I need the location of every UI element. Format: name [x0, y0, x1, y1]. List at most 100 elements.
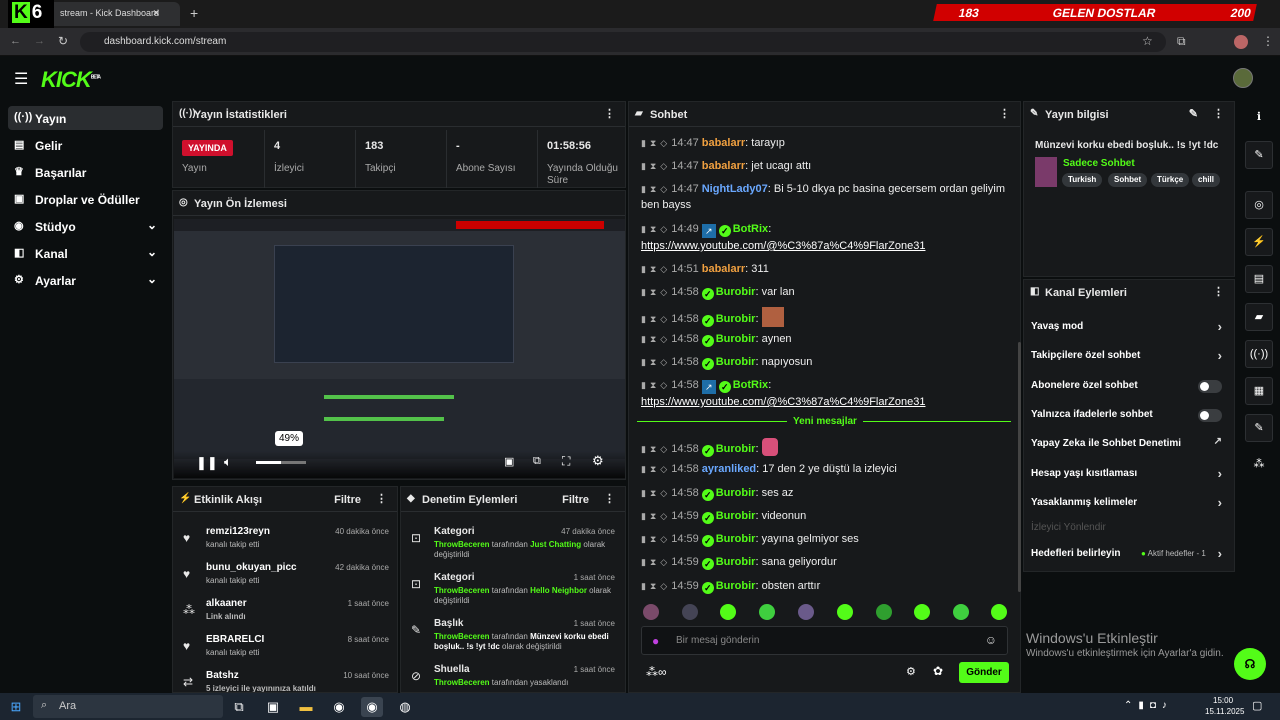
timeout-icon[interactable]: ⧗: [650, 161, 656, 171]
url-field[interactable]: dashboard.kick.com/stream: [80, 32, 1166, 52]
emote-icon[interactable]: [759, 604, 775, 620]
timeout-icon[interactable]: ⧗: [650, 224, 656, 234]
timeout-icon[interactable]: ⧗: [650, 464, 656, 474]
more-options-icon[interactable]: ⋮: [999, 107, 1010, 120]
emoji-icon[interactable]: ☺: [985, 633, 997, 647]
message-user[interactable]: Burobir: [716, 443, 756, 455]
message-user[interactable]: BotRix: [733, 379, 768, 391]
pause-icon[interactable]: ❚❚: [196, 455, 218, 471]
list-item[interactable]: ⇄ Batshz 5 izleyici ile yayınınıza katıldı…: [173, 667, 397, 692]
taskbar-search[interactable]: ⌕ Ara: [33, 695, 223, 718]
timeout-icon[interactable]: ⧗: [650, 314, 656, 324]
windows-start-icon[interactable]: ⊞: [5, 697, 27, 717]
theater-mode-icon[interactable]: ▣: [504, 455, 514, 468]
more-options-icon[interactable]: ⋮: [1213, 107, 1224, 120]
file-explorer-icon[interactable]: ▬: [295, 697, 317, 717]
timeout-icon[interactable]: ⧗: [650, 511, 656, 521]
tag-pill[interactable]: Türkçe: [1151, 173, 1190, 187]
sidebar-item-basarilar[interactable]: ♛ Başarılar: [8, 160, 163, 184]
emote-icon[interactable]: [953, 604, 969, 620]
hamburger-menu-icon[interactable]: ☰: [14, 69, 28, 89]
forward-icon[interactable]: →: [34, 35, 45, 47]
delete-icon[interactable]: ▮: [641, 357, 646, 367]
tag-pill[interactable]: chill: [1192, 173, 1221, 187]
profile-avatar[interactable]: [1234, 35, 1248, 49]
message-user[interactable]: Burobir: [716, 510, 756, 522]
notification-icon[interactable]: ▢: [1252, 699, 1262, 712]
emote-icon[interactable]: [837, 604, 853, 620]
emote-icon[interactable]: [720, 604, 736, 620]
sidebar-item-ayarlar[interactable]: ⚙ Ayarlar ⌄: [8, 268, 163, 292]
list-item[interactable]: ⊘ Shuella 1 saat önce ThrowBeceren tarafınd…: [401, 661, 625, 692]
stream-preview-video[interactable]: ❚❚ 🔈︎ 49% ▣ ⧉ ⛶ ⚙: [174, 219, 625, 478]
points-icon[interactable]: ⁂: [1245, 451, 1273, 479]
emote-icon[interactable]: [914, 604, 930, 620]
chat-message[interactable]: ▮ ⧗ ◇ 14:59 ✓ Burobir: videonun: [641, 508, 1011, 524]
message-user[interactable]: Burobir: [716, 356, 756, 368]
message-user[interactable]: Burobir: [716, 533, 756, 545]
sidebar-item-gelir[interactable]: ▤ Gelir: [8, 133, 163, 157]
delete-icon[interactable]: ▮: [641, 464, 646, 474]
list-item[interactable]: ♥ bunu_okuyan_picc kanalı takip etti 42 dak…: [173, 559, 397, 595]
volume-icon[interactable]: 🔈︎: [224, 454, 232, 470]
delete-icon[interactable]: ▮: [641, 557, 646, 567]
delete-icon[interactable]: ▮: [641, 581, 646, 591]
timeout-icon[interactable]: ⧗: [650, 488, 656, 498]
chat-message[interactable]: ▮ ⧗ ◇ 14:59 ✓ Burobir: yayına gelmiyor ses: [641, 531, 1011, 547]
action-emote-only[interactable]: Yalnızca ifadelerle sohbet: [1031, 409, 1226, 425]
clip-icon[interactable]: ⧉: [533, 455, 541, 468]
sidebar-item-kanal[interactable]: ◧ Kanal ⌄: [8, 241, 163, 265]
extensions-icon[interactable]: ⧉: [1177, 34, 1186, 49]
delete-icon[interactable]: ▮: [641, 287, 646, 297]
chat-message[interactable]: ▮ ⧗ ◇ 14:58 ✓ Burobir: var lan: [641, 284, 1011, 300]
delete-icon[interactable]: ▮: [641, 138, 646, 148]
broadcast-toggle-icon[interactable]: ((·)): [1245, 340, 1273, 368]
user-avatar[interactable]: [1233, 68, 1253, 88]
more-options-icon[interactable]: ⋮: [604, 492, 615, 505]
chat-message[interactable]: ▮ ⧗ ◇ 14:49 ↗ ✓ BotRix: https://www.youtube.com…: [641, 221, 1011, 254]
tag-pill[interactable]: Sohbet: [1108, 173, 1148, 187]
emote-icon[interactable]: [876, 604, 892, 620]
message-user[interactable]: NightLady07: [702, 183, 768, 195]
chat-settings-icon[interactable]: ⚙: [906, 665, 916, 678]
timeout-icon[interactable]: ⧗: [650, 534, 656, 544]
chat-message[interactable]: ▮ ⧗ ◇ 14:58 ↗ ✓ BotRix: https://www.youtube.com…: [641, 377, 1011, 410]
chat-message[interactable]: ▮ ⧗ ◇ 14:58 ✓ Burobir: napıyosun: [641, 354, 1011, 370]
chat-message[interactable]: ▮ ⧗ ◇ 14:47 babalarr: jet ucagı attı: [641, 158, 1011, 174]
emote-icon[interactable]: [798, 604, 814, 620]
tab-close-icon[interactable]: ✕: [152, 8, 160, 19]
message-user[interactable]: BotRix: [733, 223, 768, 235]
kick-points-icon[interactable]: ⁂∞: [646, 665, 667, 679]
sidebar-item-droplar[interactable]: ▣ Droplar ve Ödüller: [8, 187, 163, 211]
layout-icon[interactable]: ▦: [1245, 377, 1273, 405]
message-user[interactable]: Burobir: [716, 580, 756, 592]
delete-icon[interactable]: ▮: [641, 444, 646, 454]
kick-logo[interactable]: KICKBETA: [41, 67, 101, 93]
bookmark-star-icon[interactable]: ☆: [1142, 34, 1153, 48]
timeout-icon[interactable]: ⧗: [650, 380, 656, 390]
message-user[interactable]: Burobir: [716, 313, 756, 325]
delete-icon[interactable]: ▮: [641, 334, 646, 344]
message-user[interactable]: babalarr: [702, 160, 745, 172]
support-chat-button[interactable]: ☊: [1234, 648, 1266, 680]
list-item[interactable]: ⊡ Kategori 1 saat önce ThrowBeceren tarafın…: [401, 569, 625, 615]
chat-message[interactable]: ▮ ⧗ ◇ 14:58 ayranliked: 17 den 2 ye düştü la…: [641, 461, 1011, 477]
message-user[interactable]: Burobir: [716, 556, 756, 568]
fullscreen-icon[interactable]: ⛶: [562, 454, 570, 469]
moderation-log-icon[interactable]: ▤: [1245, 265, 1273, 293]
pencil-icon[interactable]: ✎: [1245, 141, 1273, 169]
list-item[interactable]: ♥ remzi123reyn kanalı takip etti 40 dakika …: [173, 523, 397, 559]
filter-button[interactable]: Filtre: [334, 494, 361, 506]
delete-icon[interactable]: ▮: [641, 184, 646, 194]
reload-icon[interactable]: ↻: [58, 34, 68, 48]
chat-message[interactable]: ▮ ⧗ ◇ 14:47 NightLady07: Bi 5-10 dkya pc bas…: [641, 181, 1011, 213]
chat-input[interactable]: ● Bir mesaj gönderin ☺: [641, 626, 1008, 655]
browser-menu-icon[interactable]: ⋮: [1262, 34, 1274, 48]
chrome-active-icon[interactable]: ◉: [361, 697, 383, 717]
emote-icon[interactable]: [991, 604, 1007, 620]
message-user[interactable]: Burobir: [716, 286, 756, 298]
delete-icon[interactable]: ▮: [641, 380, 646, 390]
action-set-goals[interactable]: Hedefleri belirleyin ● Aktif hedefler - 1…: [1031, 546, 1226, 564]
chat-message[interactable]: ▮ ⧗ ◇ 14:58 ✓ Burobir: ses az: [641, 485, 1011, 501]
timeout-icon[interactable]: ⧗: [650, 581, 656, 591]
